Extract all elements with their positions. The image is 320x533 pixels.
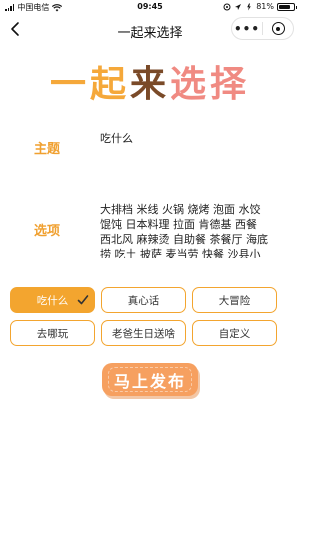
preset-button-custom[interactable]: 自定义 <box>192 320 277 346</box>
nav-bar: 一起来选择 ••• <box>0 14 300 44</box>
hero-title: 一起来选择 <box>0 55 300 107</box>
direction-icon <box>235 3 242 10</box>
more-menu-button[interactable]: ••• <box>232 23 262 35</box>
check-icon <box>77 295 89 305</box>
preset-label: 吃什么 <box>36 294 69 307</box>
publish-label: 马上发布 <box>113 371 186 391</box>
status-right: 81% <box>223 2 297 11</box>
preset-label: 真心话 <box>127 294 160 307</box>
mini-program-capsule: ••• <box>231 17 294 40</box>
preset-grid: 吃什么 真心话 大冒险 去哪玩 老爸生日送啥 自定义 <box>10 287 290 346</box>
preset-label: 自定义 <box>218 327 251 340</box>
options-label: 选项 <box>34 224 61 239</box>
hero-char-4: 选 <box>170 64 211 105</box>
battery-percent: 81% <box>256 2 274 11</box>
publish-button[interactable]: 马上发布 <box>102 363 198 396</box>
topic-label: 主题 <box>34 142 61 157</box>
preset-button-dare[interactable]: 大冒险 <box>192 287 277 313</box>
close-circle-icon <box>271 22 285 35</box>
hero-char-1: 一 <box>49 64 90 105</box>
preset-label: 老爸生日送啥 <box>112 327 175 340</box>
status-bar: 中国电信 09:45 81% <box>0 0 300 14</box>
preset-label: 大冒险 <box>218 294 251 307</box>
hero-char-3: 来 <box>129 64 170 105</box>
preset-button-eat[interactable]: 吃什么 <box>10 287 95 313</box>
topic-input[interactable]: 吃什么 <box>100 130 133 146</box>
hero-char-2: 起 <box>89 64 130 105</box>
preset-button-where[interactable]: 去哪玩 <box>10 320 95 346</box>
hero-char-5: 择 <box>210 64 251 105</box>
preset-button-truth[interactable]: 真心话 <box>101 287 186 313</box>
battery-fill <box>279 4 291 9</box>
location-icon <box>223 3 231 10</box>
alarm-icon <box>247 3 252 10</box>
battery-icon <box>277 2 297 11</box>
preset-button-dad-gift[interactable]: 老爸生日送啥 <box>101 320 186 346</box>
options-textarea[interactable]: 大排档 米线 火锅 烧烤 泡面 水饺馄饨 日本料理 拉面 肯德基 西餐 西北风 … <box>100 202 270 258</box>
preset-label: 去哪玩 <box>36 327 69 340</box>
close-button[interactable] <box>263 22 293 35</box>
